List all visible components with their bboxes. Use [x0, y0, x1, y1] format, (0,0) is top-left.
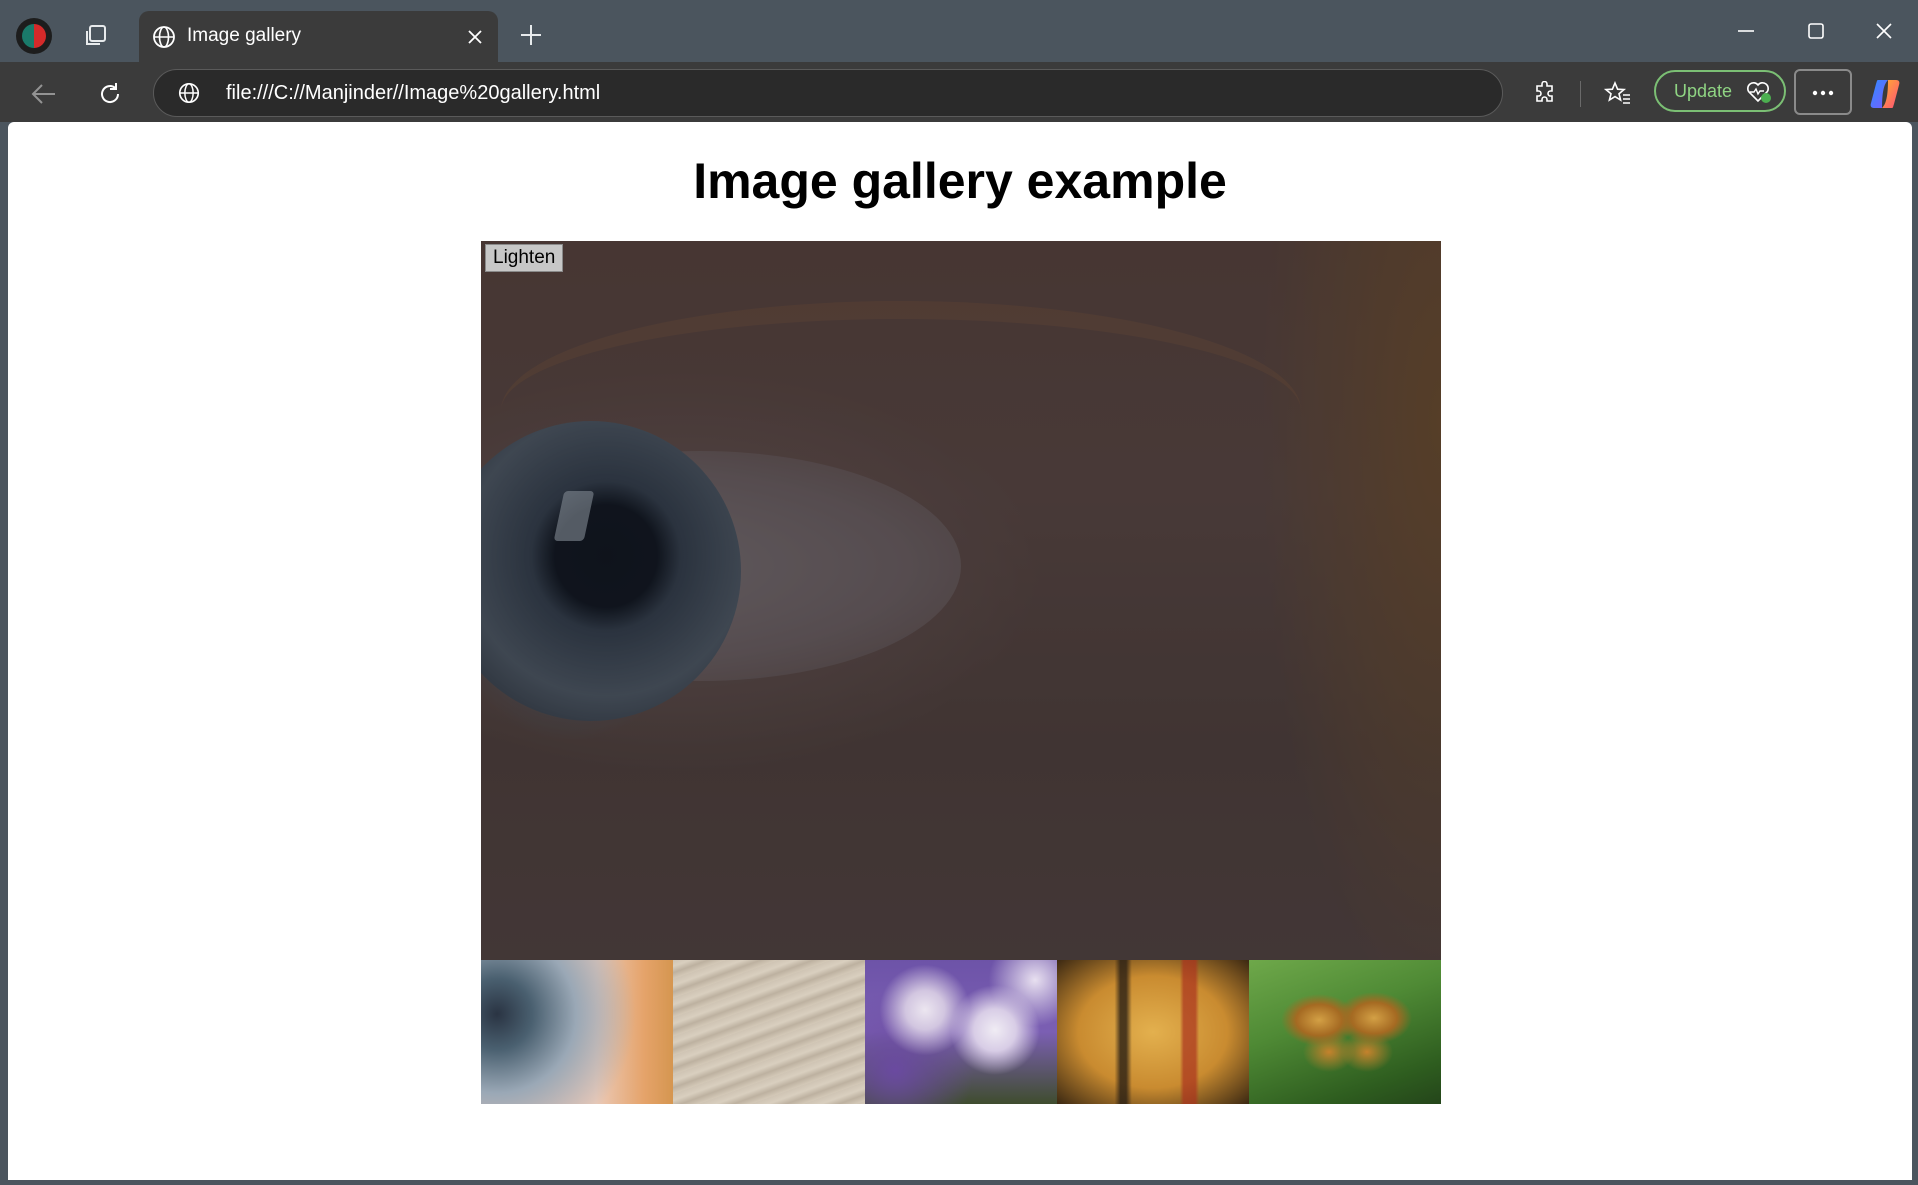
health-heart-icon: [1746, 80, 1772, 104]
copilot-icon[interactable]: [1867, 76, 1903, 112]
globe-icon: [151, 24, 177, 50]
maximize-icon[interactable]: [1798, 14, 1834, 48]
tab-active[interactable]: Image gallery: [139, 11, 498, 62]
reload-icon[interactable]: [92, 76, 128, 112]
toolbar-divider: [1580, 81, 1581, 107]
back-arrow-icon[interactable]: [26, 76, 62, 112]
page-title: Image gallery example: [693, 153, 1227, 209]
page-viewport: Image gallery example Lighten: [8, 122, 1912, 1180]
browser-title-bar: Image gallery: [0, 0, 1918, 62]
tab-title: Image gallery: [187, 25, 302, 46]
address-bar[interactable]: file:///C://Manjinder//Image%20gallery.h…: [153, 69, 1503, 117]
close-tab-icon[interactable]: [462, 24, 488, 50]
thumbnail-rock[interactable]: [673, 960, 865, 1104]
profile-icon: [22, 24, 46, 48]
thumbnail-flowers[interactable]: [865, 960, 1057, 1104]
update-button[interactable]: Update: [1654, 70, 1786, 112]
profile-avatar[interactable]: [16, 18, 52, 54]
extensions-puzzle-icon[interactable]: [1528, 76, 1562, 110]
lighten-button[interactable]: Lighten: [485, 244, 564, 272]
thumbnail-eye[interactable]: [481, 960, 673, 1104]
tab-actions-icon[interactable]: [78, 20, 114, 52]
more-dots-icon: [1812, 83, 1834, 101]
thumbnail-egyptian-painting[interactable]: [1057, 960, 1249, 1104]
main-gallery-image: Lighten: [481, 241, 1441, 960]
address-url[interactable]: file:///C://Manjinder//Image%20gallery.h…: [226, 82, 600, 105]
thumbnail-butterfly[interactable]: [1249, 960, 1441, 1104]
new-tab-icon[interactable]: [514, 18, 548, 52]
thumbnail-bar: [481, 960, 1441, 1104]
favorites-star-icon[interactable]: [1600, 76, 1636, 112]
update-label: Update: [1674, 80, 1733, 101]
minimize-icon[interactable]: [1728, 14, 1764, 48]
settings-more-button[interactable]: [1794, 69, 1852, 115]
window-close-icon[interactable]: [1866, 14, 1902, 48]
browser-toolbar: file:///C://Manjinder//Image%20gallery.h…: [0, 62, 1918, 122]
site-info-globe-icon[interactable]: [176, 80, 202, 106]
darken-overlay: [481, 241, 1441, 960]
